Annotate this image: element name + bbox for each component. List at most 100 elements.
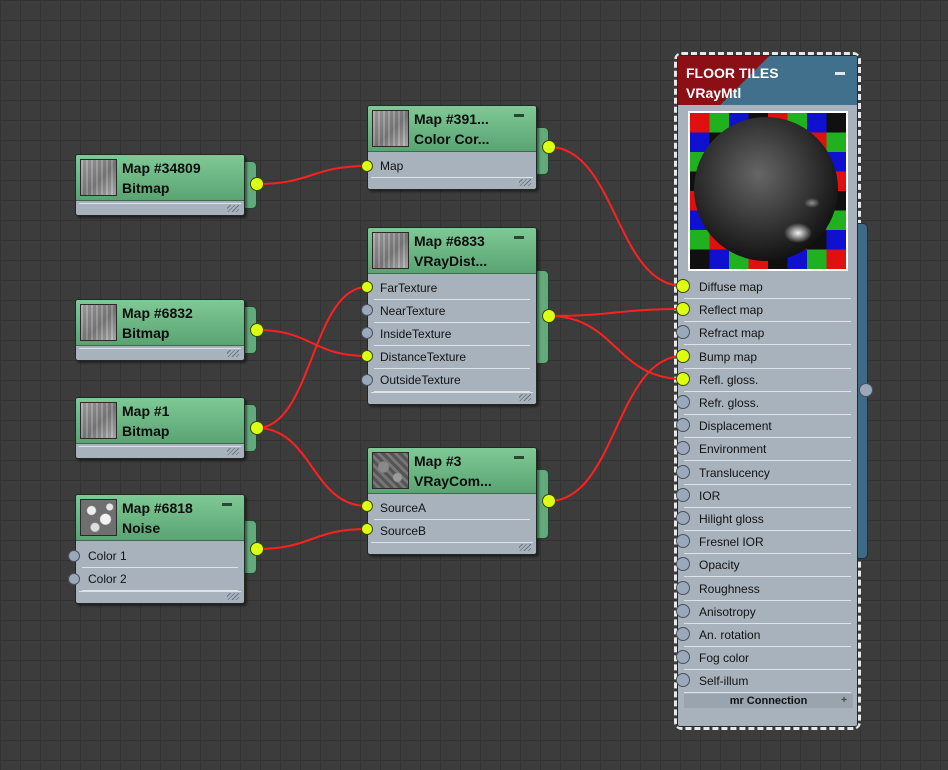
material-input-socket[interactable] (676, 627, 690, 641)
input-socket[interactable] (68, 573, 80, 585)
resize-grip-icon[interactable] (519, 544, 531, 551)
node-header[interactable]: Map #6818 Noise (76, 495, 244, 541)
material-slot[interactable]: Hilight gloss (684, 508, 851, 531)
resize-grip-icon[interactable] (227, 205, 239, 212)
output-socket[interactable] (542, 494, 556, 508)
material-slot[interactable]: Fresnel IOR (684, 531, 851, 555)
resize-grip-icon[interactable] (519, 394, 531, 401)
material-input-socket[interactable] (676, 279, 690, 293)
minimize-icon[interactable] (835, 72, 845, 75)
material-slot[interactable]: An. rotation (684, 624, 851, 647)
wire[interactable] (256, 427, 368, 507)
material-slot[interactable]: Fog color (684, 647, 851, 671)
node-map-6832[interactable]: Map #6832 Bitmap (75, 299, 257, 361)
material-node-floor-tiles[interactable]: FLOOR TILES VRayMtl Diffuse map Reflect … (674, 52, 868, 730)
minimize-icon[interactable] (222, 503, 232, 506)
node-header[interactable]: Map #3 VRayCom... (368, 448, 536, 494)
input-slot[interactable]: DistanceTexture (374, 346, 530, 369)
input-socket[interactable] (361, 281, 373, 293)
node-title: Map #6833 (414, 233, 485, 249)
input-socket[interactable] (361, 160, 373, 172)
material-input-socket[interactable] (676, 487, 690, 502)
input-slot[interactable]: InsideTexture (374, 323, 530, 346)
wire[interactable] (256, 165, 368, 185)
material-slot[interactable]: Refl. gloss. (684, 369, 851, 392)
resize-grip-icon[interactable] (227, 448, 239, 455)
output-socket[interactable] (250, 177, 264, 191)
input-slot[interactable]: OutsideTexture (374, 369, 530, 392)
expand-icon[interactable]: + (841, 694, 847, 708)
output-socket[interactable] (542, 309, 556, 323)
material-input-socket[interactable] (676, 603, 690, 618)
resize-grip-icon[interactable] (519, 179, 531, 186)
wire[interactable] (548, 146, 684, 287)
node-map-1[interactable]: Map #1 Bitmap (75, 397, 257, 459)
wire[interactable] (548, 355, 684, 502)
material-slot[interactable]: Refract map (684, 322, 851, 346)
material-slot[interactable]: Translucency (684, 462, 851, 485)
material-slot[interactable]: Self-illum (684, 670, 851, 694)
wood-texture-thumbnail (372, 232, 409, 269)
material-input-socket[interactable] (676, 395, 690, 409)
input-socket[interactable] (361, 350, 373, 362)
node-type: VRayDist... (414, 253, 488, 269)
node-header[interactable]: Map #34809 Bitmap (76, 155, 244, 201)
wire[interactable] (548, 315, 684, 380)
node-map-6833[interactable]: Map #6833 VRayDist... FarTexture NearTex… (367, 227, 549, 405)
material-header[interactable]: FLOOR TILES VRayMtl (678, 56, 857, 105)
input-slot[interactable]: FarTexture (374, 277, 530, 300)
material-slot[interactable]: Diffuse map (684, 276, 851, 299)
input-socket[interactable] (361, 374, 373, 386)
input-socket[interactable] (361, 304, 373, 316)
minimize-icon[interactable] (514, 456, 524, 459)
input-socket[interactable] (68, 550, 80, 562)
wire[interactable] (256, 329, 368, 357)
material-slot[interactable]: Environment (684, 438, 851, 462)
material-slot[interactable]: Roughness (684, 578, 851, 601)
material-slot[interactable]: Reflect map (684, 299, 851, 323)
input-slot[interactable]: Map (374, 155, 530, 178)
node-header[interactable]: Map #6833 VRayDist... (368, 228, 536, 274)
input-slot[interactable]: SourceB (374, 520, 530, 543)
input-socket[interactable] (361, 523, 373, 535)
output-socket[interactable] (542, 140, 556, 154)
node-map-6818[interactable]: Map #6818 Noise Color 1 Color 2 (75, 494, 257, 604)
resize-grip-icon[interactable] (227, 350, 239, 357)
material-slot[interactable]: Displacement (684, 415, 851, 439)
minimize-icon[interactable] (514, 236, 524, 239)
input-slot[interactable]: SourceA (374, 497, 530, 520)
node-map-34809[interactable]: Map #34809 Bitmap (75, 154, 257, 216)
material-input-socket[interactable] (676, 371, 690, 386)
minimize-icon[interactable] (514, 114, 524, 117)
wire[interactable] (256, 286, 368, 429)
node-map-391[interactable]: Map #391... Color Cor... Map (367, 105, 549, 190)
material-input-socket[interactable] (676, 464, 690, 479)
material-input-socket[interactable] (676, 580, 690, 595)
output-socket[interactable] (250, 421, 264, 435)
material-slot[interactable]: IOR (684, 485, 851, 508)
material-slot[interactable]: Anisotropy (684, 601, 851, 624)
material-input-socket[interactable] (676, 511, 690, 525)
output-socket[interactable] (250, 323, 264, 337)
input-socket[interactable] (361, 500, 373, 512)
output-socket[interactable] (250, 542, 264, 556)
input-slot[interactable]: Color 2 (82, 568, 238, 591)
material-slot[interactable]: Refr. gloss. (684, 392, 851, 415)
material-slot[interactable]: Bump map (684, 346, 851, 369)
node-header[interactable]: Map #391... Color Cor... (368, 106, 536, 152)
input-slot[interactable]: Color 1 (82, 545, 238, 568)
node-header[interactable]: Map #1 Bitmap (76, 398, 244, 444)
input-slot[interactable]: NearTexture (374, 300, 530, 323)
node-header[interactable]: Map #6832 Bitmap (76, 300, 244, 346)
material-output-socket[interactable] (859, 383, 873, 397)
resize-grip-icon[interactable] (227, 593, 239, 600)
node-title: Map #6832 (122, 305, 193, 321)
material-input-socket[interactable] (676, 348, 690, 363)
node-map-3[interactable]: Map #3 VRayCom... SourceA SourceB (367, 447, 549, 555)
mr-connection-rollout[interactable]: mr Connection + (684, 694, 853, 708)
input-socket[interactable] (361, 327, 373, 339)
material-slot[interactable]: Opacity (684, 554, 851, 578)
node-title: Map #3 (414, 453, 462, 469)
wire[interactable] (548, 308, 684, 317)
wire[interactable] (256, 528, 368, 550)
